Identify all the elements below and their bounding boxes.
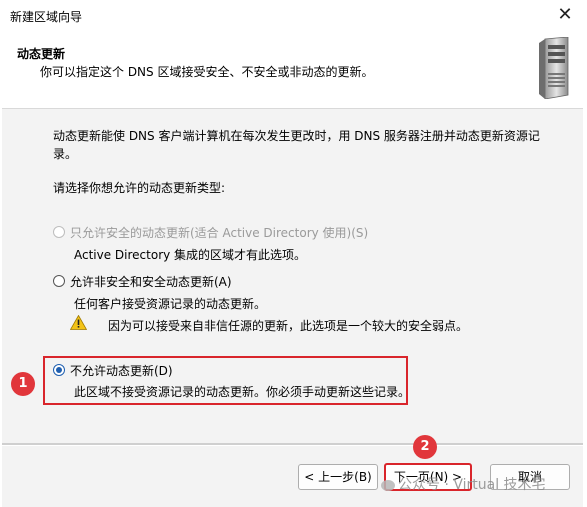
watermark: 公众号 · Virtual 技术宅 (381, 474, 546, 494)
intro-text-line2: 录。 (53, 147, 78, 161)
step-badge-2: 2 (413, 435, 437, 459)
option-no-dynamic-label: 不允许动态更新(D) (70, 364, 173, 378)
title-bar: 新建区域向导 ✕ (0, 0, 587, 30)
window-title: 新建区域向导 (10, 10, 83, 24)
intro-text-line1: 动态更新能使 DNS 客户端计算机在每次发生更改时，用 DNS 服务器注册并动态… (53, 129, 540, 143)
back-button[interactable]: < 上一步(B) (298, 464, 378, 490)
server-icon (539, 37, 569, 99)
watermark-text: 公众号 · Virtual 技术宅 (398, 477, 546, 493)
wechat-icon (381, 479, 395, 491)
warning-text: 因为可以接受来自非信任源的更新，此选项是一个较大的安全弱点。 (108, 319, 469, 333)
option-allow-insecure-label: 允许非安全和安全动态更新(A) (70, 275, 232, 289)
radio-no-dynamic[interactable] (53, 364, 65, 376)
option-no-dynamic-desc: 此区域不接受资源记录的动态更新。你必须手动更新这些记录。 (74, 385, 411, 399)
radio-secure-only[interactable] (53, 226, 65, 238)
page-title: 动态更新 (17, 47, 66, 61)
step-badge-1: 1 (11, 372, 35, 396)
warning-icon (70, 315, 87, 330)
option-allow-insecure-desc: 任何客户接受资源记录的动态更新。 (74, 297, 267, 311)
radio-allow-insecure[interactable] (53, 275, 65, 287)
close-button[interactable]: ✕ (550, 3, 580, 27)
option-secure-only-desc: Active Directory 集成的区域才有此选项。 (74, 248, 307, 262)
page-subtitle: 你可以指定这个 DNS 区域接受安全、不安全或非动态的更新。 (40, 65, 374, 79)
prompt-text: 请选择你想允许的动态更新类型: (53, 181, 226, 195)
option-secure-only-label: 只允许安全的动态更新(适合 Active Directory 使用)(S) (70, 226, 369, 240)
wizard-header: 动态更新 你可以指定这个 DNS 区域接受安全、不安全或非动态的更新。 (2, 30, 583, 109)
